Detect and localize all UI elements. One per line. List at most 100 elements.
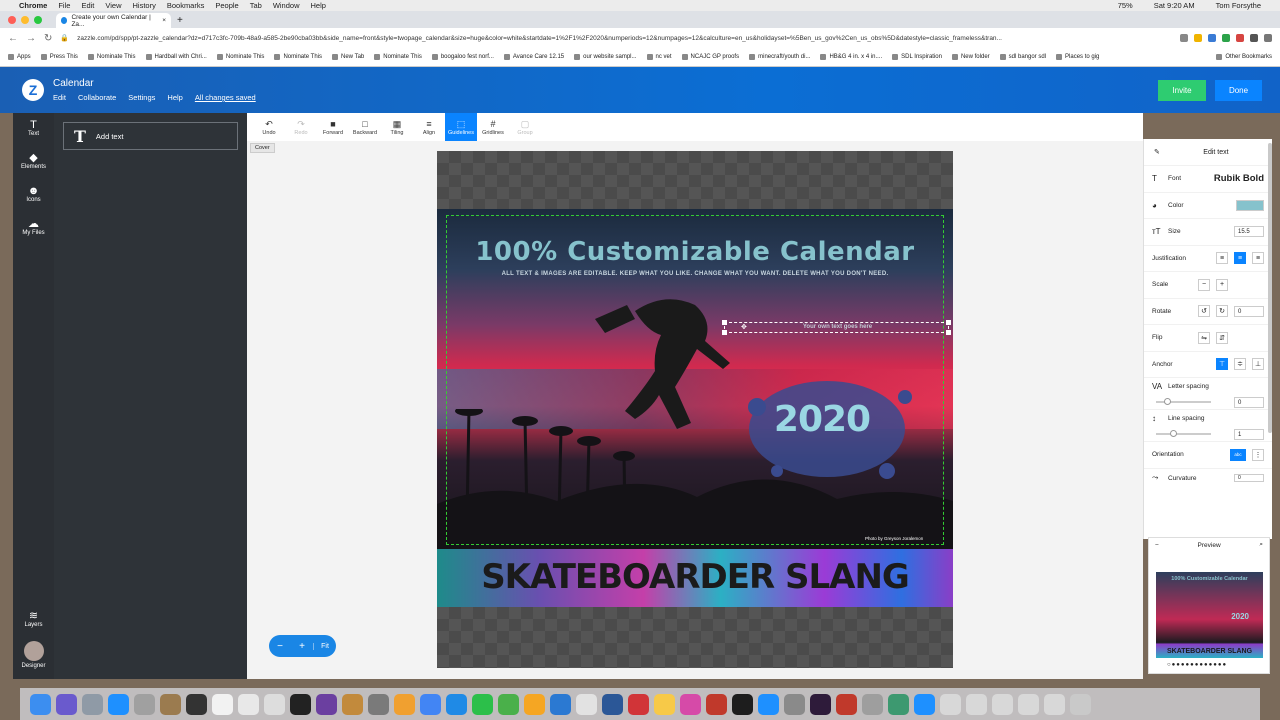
rail-item-text[interactable]: T Text	[13, 113, 54, 146]
bookmark-item[interactable]: our website sampl...	[574, 54, 637, 60]
bookmark-item[interactable]: Apps	[8, 54, 31, 60]
bookmark-item[interactable]: New Tab	[332, 54, 364, 60]
numbers-icon[interactable]	[498, 693, 519, 715]
background-photo[interactable]: 100% Customizable Calendar ALL TEXT & IM…	[437, 209, 953, 549]
selected-text-box[interactable]: ✥ Your own text goes here	[722, 320, 951, 335]
photos-icon[interactable]	[290, 693, 311, 715]
menu-tab[interactable]: Tab	[250, 1, 262, 10]
bookmark-item[interactable]: Avance Care 12.15	[503, 54, 564, 60]
quicktime-icon[interactable]	[186, 693, 207, 715]
user-name[interactable]: Tom Forsythe	[1216, 1, 1261, 10]
line-spacing-slider[interactable]	[1156, 430, 1211, 437]
menu-people[interactable]: People	[215, 1, 238, 10]
bookmark-item[interactable]: nc vet	[646, 54, 672, 60]
reload-icon[interactable]: ↻	[44, 33, 52, 44]
bookmark-item[interactable]: Nominate This	[216, 54, 264, 60]
clock[interactable]: Sat 9:20 AM	[1154, 1, 1195, 10]
address-bar[interactable]: zazzle.com/pd/spp/pt-zazzle_calendar?dz=…	[77, 31, 1172, 45]
flip-vertical-icon[interactable]: ⇵	[1216, 331, 1228, 344]
tiling-button[interactable]: ▦ Tiling	[381, 118, 413, 136]
orientation-horizontal-button[interactable]: abc	[1230, 448, 1246, 461]
rail-item-elements[interactable]: ◆ Elements	[13, 146, 54, 179]
orientation-vertical-icon[interactable]: ⋮	[1252, 448, 1264, 461]
zoom-fit-button[interactable]: Fit	[313, 642, 336, 650]
slang-banner-image[interactable]: SKATEBOARDER SLANG	[437, 549, 953, 607]
undo-button[interactable]: ↶ Undo	[253, 118, 285, 136]
menu-edit[interactable]: Edit	[81, 1, 94, 10]
guidelines-button[interactable]: ⬚ Guidelines	[445, 113, 477, 141]
bookmark-item[interactable]: NCAJC GP proofs	[681, 54, 739, 60]
color-row[interactable]: ◕ Color	[1144, 191, 1272, 219]
invite-button[interactable]: Invite	[1158, 79, 1206, 101]
bookmark-item[interactable]: HB&G 4 in. x 4 in....	[820, 54, 882, 60]
size-input[interactable]: 15.5	[1234, 226, 1264, 238]
app-icon[interactable]	[862, 693, 883, 715]
books-icon[interactable]	[706, 693, 727, 715]
indesign-icon[interactable]	[810, 693, 831, 715]
star-icon[interactable]	[1194, 34, 1202, 42]
menu-window[interactable]: Window	[273, 1, 300, 10]
rotate-right-icon[interactable]: ↻	[1216, 305, 1228, 318]
safari-icon[interactable]	[108, 693, 129, 715]
rotate-input[interactable]: 0	[1234, 305, 1264, 317]
notes-icon[interactable]	[238, 693, 259, 715]
close-window-icon[interactable]	[8, 15, 16, 24]
launchpad-icon[interactable]	[82, 693, 103, 715]
other-bookmarks[interactable]: Other Bookmarks	[1216, 54, 1272, 60]
rail-item-designer[interactable]: Designer	[13, 637, 54, 677]
design-canvas[interactable]: 100% Customizable Calendar ALL TEXT & IM…	[437, 151, 953, 668]
zazzle-logo-icon[interactable]: Z	[22, 79, 44, 101]
add-text-button[interactable]: T Add text	[63, 122, 238, 150]
profile-icon[interactable]	[1250, 34, 1258, 42]
bookmark-item[interactable]: Nominate This	[374, 54, 422, 60]
banner-text[interactable]: SKATEBOARDER SLANG	[437, 557, 953, 597]
menu-help-app[interactable]: Help	[167, 93, 182, 102]
chrome-icon[interactable]	[420, 693, 441, 715]
app-store-icon[interactable]	[758, 693, 779, 715]
year-text[interactable]: 2020	[762, 399, 882, 440]
scale-up-button[interactable]: +	[1216, 278, 1228, 291]
menu-bookmarks[interactable]: Bookmarks	[167, 1, 205, 10]
menu-collaborate[interactable]: Collaborate	[78, 93, 116, 102]
menu-file[interactable]: File	[58, 1, 70, 10]
bookmark-item[interactable]: Press This	[40, 54, 78, 60]
extension-icon[interactable]	[1208, 34, 1216, 42]
bookmark-item[interactable]: Hardball with Chri...	[145, 54, 207, 60]
messages-icon[interactable]	[446, 693, 467, 715]
extension-icon[interactable]	[1236, 34, 1244, 42]
app-icon[interactable]	[732, 693, 753, 715]
redo-button[interactable]: ↷ Redo	[285, 118, 317, 136]
menu-help[interactable]: Help	[311, 1, 326, 10]
document-icon[interactable]	[1018, 693, 1039, 715]
acrobat-icon[interactable]	[836, 693, 857, 715]
menu-settings[interactable]: Settings	[128, 93, 155, 102]
folder-icon[interactable]	[914, 693, 935, 715]
bookmark-item[interactable]: Nominate This	[274, 54, 322, 60]
menu-history[interactable]: History	[133, 1, 156, 10]
group-button[interactable]: ▢ Group	[509, 118, 541, 136]
backward-button[interactable]: □ Backward	[349, 118, 381, 136]
bookmark-item[interactable]: sdl bangor sdl	[999, 54, 1046, 60]
trash-icon[interactable]	[1070, 693, 1091, 715]
forward-button[interactable]: ■ Forward	[317, 118, 349, 136]
bookmark-item[interactable]: minecraft/youth di...	[749, 54, 810, 60]
calendar-subtitle-text[interactable]: ALL TEXT & IMAGES ARE EDITABLE. KEEP WHA…	[437, 271, 953, 277]
bookmark-item[interactable]: SDL Inspiration	[892, 54, 942, 60]
word-icon[interactable]	[602, 693, 623, 715]
preview-thumbnail[interactable]: 100% Customizable Calendar 2020 SKATEBOA…	[1156, 572, 1263, 658]
facetime-icon[interactable]	[472, 693, 493, 715]
back-icon[interactable]: ←	[8, 33, 18, 44]
menu-edit-app[interactable]: Edit	[53, 93, 66, 102]
align-left-icon[interactable]: ≡	[1216, 252, 1228, 265]
panel-scrollbar[interactable]	[1268, 143, 1272, 433]
extension-icon[interactable]	[1222, 34, 1230, 42]
anchor-top-icon[interactable]: ⊤	[1216, 358, 1228, 371]
system-preferences-icon[interactable]	[784, 693, 805, 715]
document-icon[interactable]	[940, 693, 961, 715]
search-icon[interactable]	[1180, 34, 1188, 42]
contacts-icon[interactable]	[160, 693, 181, 715]
curvature-input[interactable]: 0	[1234, 474, 1264, 482]
resize-handle[interactable]	[946, 330, 951, 335]
minimize-window-icon[interactable]	[21, 15, 29, 24]
siri-icon[interactable]	[56, 693, 77, 715]
